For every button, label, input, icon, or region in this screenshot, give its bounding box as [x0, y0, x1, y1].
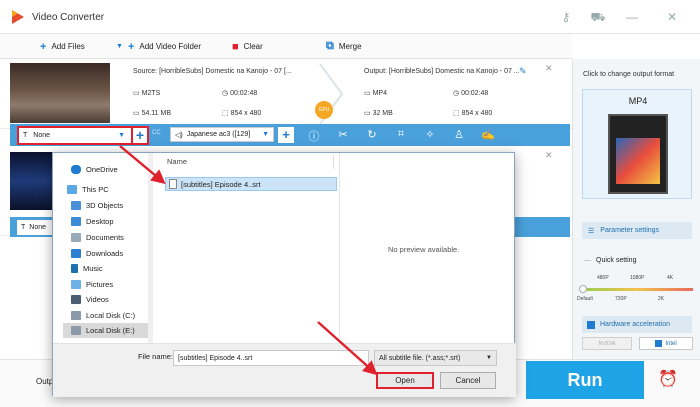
annotation-arrows — [119, 145, 378, 376]
arrow-to-open — [317, 321, 378, 376]
arrow-to-file — [119, 145, 166, 185]
